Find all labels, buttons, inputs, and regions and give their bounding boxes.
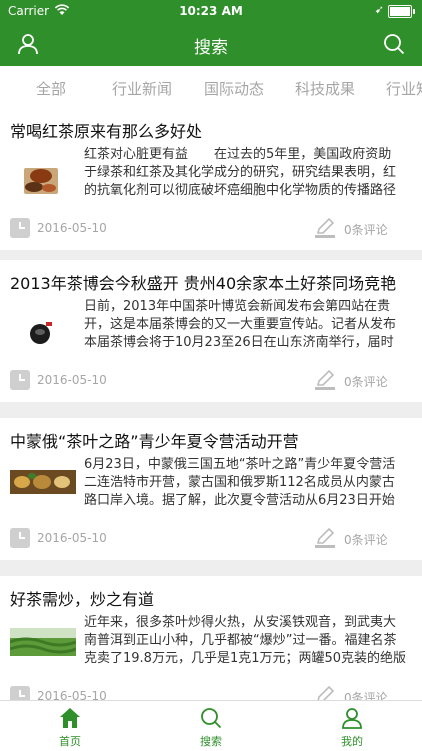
article-card[interactable]: 常喝红茶原来有那么多好处 红茶对心脏更有益 在过去的5年里，美国政府资助 于绿茶… (0, 108, 422, 250)
article-title[interactable]: 2013年茶博会今秋盛开 贵州40余家本土好茶同场竞艳 (10, 270, 396, 294)
tea-garden-thumbnail (10, 628, 76, 656)
article-card[interactable]: 中蒙俄“茶叶之路”青少年夏令营活动开营 6月23日，中蒙俄三国五地“茶叶之路”青… (0, 418, 422, 560)
article-summary: 近年来，很多茶叶炒得火热，从安溪铁观音，到武夷大 南普洱到正山小种，几乎都被“爆… (84, 614, 422, 668)
category-tabs: 全部 行业新闻 国际动态 科技成果 行业知 (0, 66, 422, 109)
comment-count[interactable]: 0条评论 (344, 689, 388, 700)
tab-international[interactable]: 国际动态 (204, 78, 264, 99)
article-summary: 日前，2013年中国茶叶博览会新闻发布会第四站在贵 开，这是本届茶博会的又一大重… (84, 298, 422, 352)
tab-all[interactable]: 全部 (36, 78, 66, 99)
summary-line: 6月23日，中蒙俄三国五地“茶叶之路”青少年夏令营活 (84, 457, 396, 472)
article-meta: 2016-05-10 0条评论 (10, 528, 410, 550)
summary-line: 本届茶博会将于10月23至26日在山东济南举行，届时 (84, 335, 394, 350)
tab-industry-knowledge[interactable]: 行业知 (386, 78, 422, 99)
article-summary: 6月23日，中蒙俄三国五地“茶叶之路”青少年夏令营活 二连浩特市开营，蒙古国和俄… (84, 456, 422, 510)
tabbar-label: 我的 (341, 735, 363, 748)
summary-line: 于绿茶和红茶及其化学成分的研究，研究结果表明，红 (84, 165, 397, 180)
summary-line: 的抗氧化剂可以彻底破坏癌细胞中化学物质的传播路径 (84, 183, 397, 198)
tabbar-item-home[interactable]: 首页 (0, 701, 140, 751)
article-title[interactable]: 好茶需炒，炒之有道 (10, 586, 154, 610)
tea-expo-thumbnail (10, 312, 72, 352)
search-icon[interactable] (382, 32, 406, 56)
clock-icon (10, 218, 30, 238)
summary-line: 克卖了19.8万元，几乎是1克1万元；两罐50克装的绝版 (84, 651, 407, 666)
status-bar: Carrier 10:23 AM ➹ (0, 0, 422, 22)
tabbar-label: 搜索 (200, 735, 222, 748)
comment-edit-icon[interactable] (314, 370, 336, 392)
article-card[interactable]: 好茶需炒，炒之有道 近年来，很多茶叶炒得火热，从安溪铁观音，到武夷大 南普洱到正… (0, 576, 422, 700)
tabbar-item-profile[interactable]: 我的 (282, 701, 422, 751)
article-meta: 2016-05-10 0条评论 (10, 218, 410, 240)
comment-edit-icon[interactable] (314, 686, 336, 700)
tabbar-item-search[interactable]: 搜索 (141, 701, 281, 751)
user-profile-icon (342, 708, 362, 729)
article-title[interactable]: 常喝红茶原来有那么多好处 (10, 118, 202, 142)
black-tea-thumbnail (10, 160, 72, 200)
comment-edit-icon[interactable] (314, 528, 336, 550)
comment-count[interactable]: 0条评论 (344, 221, 388, 238)
summary-line: 近年来，很多茶叶炒得火热，从安溪铁观音，到武夷大 (84, 615, 397, 630)
nav-bar: 搜索 (0, 22, 422, 66)
publish-date: 2016-05-10 (37, 221, 107, 235)
tabbar-label: 首页 (59, 735, 81, 748)
article-card[interactable]: 2013年茶博会今秋盛开 贵州40余家本土好茶同场竞艳 日前，2013年中国茶叶… (0, 260, 422, 402)
summary-line: 路口岸入境。据了解，此次夏令营活动从6月23日开始 (84, 493, 395, 508)
summary-line: 红茶对心脏更有益 在过去的5年里，美国政府资助 (84, 147, 392, 162)
home-icon (60, 708, 80, 728)
comment-count[interactable]: 0条评论 (344, 531, 388, 548)
tab-technology[interactable]: 科技成果 (295, 78, 355, 99)
publish-date: 2016-05-10 (37, 689, 107, 700)
charging-icon: ➹ (374, 3, 384, 16)
comment-edit-icon[interactable] (314, 218, 336, 240)
summary-line: 日前，2013年中国茶叶博览会新闻发布会第四站在贵 (84, 299, 391, 314)
clock-time: 10:23 AM (179, 4, 243, 18)
article-feed: 常喝红茶原来有那么多好处 红茶对心脏更有益 在过去的5年里，美国政府资助 于绿茶… (0, 108, 422, 700)
tea-road-thumbnail (10, 470, 76, 494)
comment-count[interactable]: 0条评论 (344, 373, 388, 390)
article-meta: 2016-05-10 0条评论 (10, 686, 410, 700)
summary-line: 开，这是本届茶博会的又一大重要宣传站。记者从发布 (84, 317, 397, 332)
tab-industry-news[interactable]: 行业新闻 (112, 78, 172, 99)
clock-icon (10, 686, 30, 700)
search-icon (201, 708, 222, 729)
clock-icon (10, 528, 30, 548)
clock-icon (10, 370, 30, 390)
battery-icon (388, 5, 415, 18)
summary-line: 南普洱到正山小种，几乎都被“爆炒”过一番。福建名茶 (84, 633, 397, 648)
bottom-tab-bar: 首页 搜索 我的 (0, 700, 422, 751)
article-summary: 红茶对心脏更有益 在过去的5年里，美国政府资助 于绿茶和红茶及其化学成分的研究，… (84, 146, 422, 200)
page-title: 搜索 (194, 38, 228, 58)
summary-line: 二连浩特市开营，蒙古国和俄罗斯112名成员从内蒙古 (84, 475, 395, 490)
article-title[interactable]: 中蒙俄“茶叶之路”青少年夏令营活动开营 (10, 428, 299, 452)
article-meta: 2016-05-10 0条评论 (10, 370, 410, 392)
publish-date: 2016-05-10 (37, 373, 107, 387)
publish-date: 2016-05-10 (37, 531, 107, 545)
